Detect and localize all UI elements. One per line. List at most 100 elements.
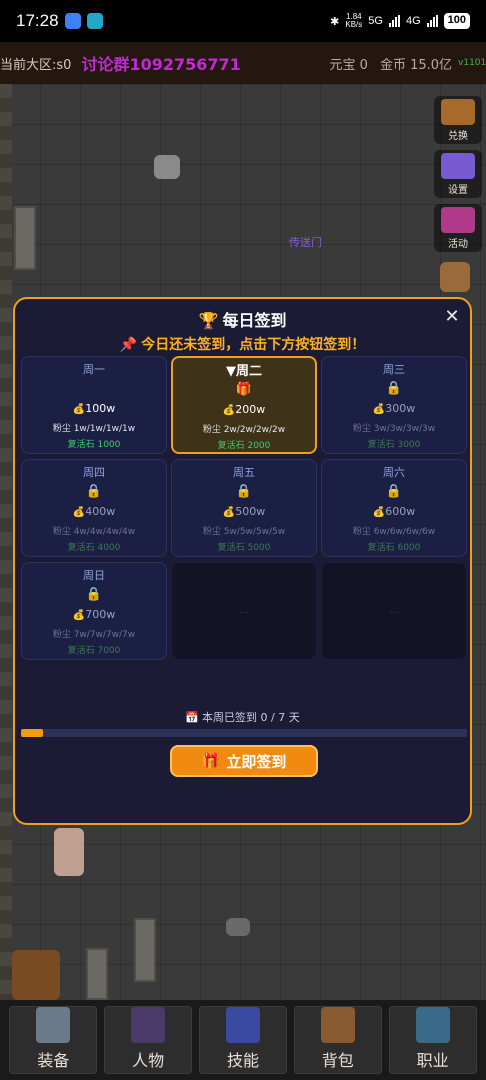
daily-signin-modal: 🏆 每日签到 ✕ 📌 今日还未签到，点击下方按钮签到！ 周一 💰100w 粉尘 1w…	[13, 297, 472, 825]
version-label: v11013	[458, 58, 486, 68]
money-bag-icon: 💰	[72, 610, 86, 621]
pin-icon: 📌	[119, 337, 138, 353]
coin-reward: 💰500w	[172, 505, 316, 518]
day-card-thu[interactable]: 周四 🔒 💰400w 粉尘 4w/4w/4w/4w 复活石 4000	[21, 459, 167, 557]
day-label: 周四	[83, 466, 105, 479]
dust-reward: 粉尘 5w/5w/5w/5w	[202, 527, 286, 537]
yuanbao-count: 元宝 0	[329, 57, 368, 73]
monster-sprite	[440, 262, 470, 292]
gamepad-icon	[441, 153, 475, 179]
sword-icon	[36, 1007, 71, 1043]
day-card-sun[interactable]: 周日 🔒 💰700w 粉尘 7w/7w/7w/7w 复活石 7000	[21, 562, 167, 660]
trophy-icon: 🏆	[198, 311, 219, 330]
lock-icon: 🔒	[385, 484, 403, 499]
treasure-chest-icon	[441, 99, 475, 125]
empty-placeholder: ...	[239, 605, 249, 616]
stone-reward: 复活石 7000	[67, 646, 121, 656]
left-wall	[0, 84, 12, 1000]
discussion-group-label: 讨论群1092756771	[81, 55, 241, 74]
lock-icon: 🔒	[385, 381, 403, 396]
lock-icon: 🔒	[235, 484, 253, 499]
modal-subtitle-text: 今日还未签到，点击下方按钮签到！	[141, 337, 366, 353]
coin-value: 100w	[85, 402, 116, 415]
nav-skills[interactable]: 技能	[198, 1006, 287, 1074]
signin-label: 立即签到	[226, 752, 287, 771]
day-card-fri[interactable]: 周五 🔒 💰500w 粉尘 5w/5w/5w/5w 复活石 5000	[171, 459, 317, 557]
weekly-progress-bar	[21, 729, 467, 737]
pillar	[14, 206, 36, 270]
progress-label: 本周已签到 0 / 7 天	[202, 711, 300, 724]
magic-orb-icon	[225, 1007, 260, 1043]
day-label: 周一	[83, 363, 105, 376]
activity-button[interactable]: 活动	[434, 204, 482, 252]
hero-sprite	[54, 828, 84, 876]
coin-reward: 💰200w	[173, 403, 315, 416]
lock-icon: 🔒	[85, 484, 103, 499]
pillar	[134, 918, 156, 982]
stone-reward: 复活石 1000	[67, 440, 121, 450]
day-label: ▼周二	[226, 364, 262, 379]
dust-reward: 粉尘 2w/2w/2w/2w	[202, 425, 286, 435]
day-label: 周五	[233, 466, 255, 479]
nav-character[interactable]: 人物	[104, 1006, 193, 1074]
dust-reward: 粉尘 1w/1w/1w/1w	[52, 424, 136, 434]
signin-button[interactable]: 🎁 立即签到	[170, 745, 318, 777]
modal-title-text: 每日签到	[222, 311, 287, 330]
money-bag-icon: 💰	[72, 404, 86, 415]
nav-backpack[interactable]: 背包	[293, 1006, 382, 1074]
nav-label: 装备	[37, 1051, 70, 1070]
dust-reward: 粉尘 4w/4w/4w/4w	[52, 527, 136, 537]
modal-subtitle: 📌 今日还未签到，点击下方按钮签到！	[15, 334, 470, 354]
backpack-icon	[320, 1007, 355, 1043]
day-grid: 周一 💰100w 粉尘 1w/1w/1w/1w 复活石 1000 ▼周二 🎁 💰…	[21, 356, 467, 660]
network-4g: 4G	[405, 15, 421, 27]
bluetooth-icon: ✱	[330, 15, 340, 28]
signal-icon-2	[426, 15, 438, 27]
class-tree-icon	[415, 1007, 450, 1043]
progress-fill	[21, 729, 44, 737]
coin-value: 200w	[235, 403, 266, 416]
day-card-mon[interactable]: 周一 💰100w 粉尘 1w/1w/1w/1w 复活石 1000	[21, 356, 167, 454]
money-bag-icon: 💰	[372, 507, 386, 518]
battery-icon: 100	[443, 13, 470, 29]
portal-label: 传送门	[289, 236, 322, 249]
coin-value: 600w	[385, 505, 416, 518]
stone-reward: 复活石 4000	[67, 543, 121, 553]
day-label: 周三	[383, 363, 405, 376]
exchange-label: 兑换	[448, 131, 468, 142]
nav-label: 人物	[132, 1051, 165, 1070]
empty-placeholder: ...	[389, 605, 399, 616]
money-bag-icon: 💰	[222, 507, 236, 518]
gift-box-icon	[441, 207, 475, 233]
settings-button[interactable]: 设置	[434, 150, 482, 198]
gift-icon: 🎁	[201, 752, 221, 770]
day-card-tue[interactable]: ▼周二 🎁 💰200w 粉尘 2w/2w/2w/2w 复活石 2000	[171, 356, 317, 454]
day-card-sat[interactable]: 周六 🔒 💰600w 粉尘 6w/6w/6w/6w 复活石 6000	[321, 459, 467, 557]
exchange-button[interactable]: 兑换	[434, 96, 482, 144]
character-sheet-icon	[131, 1007, 166, 1043]
status-bar: 17:28 ✱ 1.84 KB/s 5G 4G 100	[0, 0, 486, 42]
day-card-wed[interactable]: 周三 🔒 💰300w 粉尘 3w/3w/3w/3w 复活石 3000	[321, 356, 467, 454]
calendar-icon: 📅	[185, 711, 199, 724]
speed-unit: KB/s	[345, 20, 363, 29]
coin-reward: 💰700w	[22, 608, 166, 621]
nav-label: 背包	[321, 1051, 354, 1070]
money-bag-icon: 💰	[372, 404, 386, 415]
modal-title: 🏆 每日签到	[15, 307, 470, 331]
lock-icon: 🔒	[85, 587, 103, 602]
app-notification-icon	[64, 13, 81, 29]
weekly-progress-text: 📅 本周已签到 0 / 7 天	[15, 709, 470, 725]
bookshelf-sprite	[12, 950, 60, 1000]
coin-value: 700w	[85, 608, 116, 621]
dust-reward: 粉尘 3w/3w/3w/3w	[352, 424, 436, 434]
bottom-nav: 装备 人物 技能 背包 职业	[0, 1000, 486, 1080]
zone-label: 当前大区:s0	[0, 57, 72, 73]
nav-equipment[interactable]: 装备	[9, 1006, 98, 1074]
gift-icon: 🎁	[235, 382, 253, 397]
nav-class[interactable]: 职业	[388, 1006, 477, 1074]
rock-sprite	[226, 918, 250, 936]
status-time: 17:28	[16, 11, 59, 30]
close-icon[interactable]: ✕	[442, 307, 462, 327]
dust-reward: 粉尘 6w/6w/6w/6w	[352, 527, 436, 537]
game-top-bar: 当前大区:s0 讨论群1092756771 元宝 0 金币 15.0亿 v110…	[0, 42, 486, 84]
